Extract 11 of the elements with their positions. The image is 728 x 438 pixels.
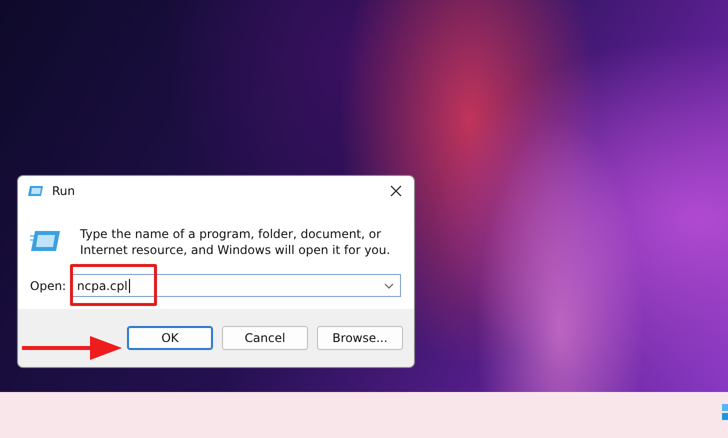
window-title: Run <box>52 184 76 198</box>
open-combo-field[interactable]: ncpa.cpl <box>70 274 401 297</box>
close-icon[interactable] <box>390 185 402 197</box>
dialog-button[interactable]: Browse... <box>317 326 403 350</box>
dialog-button[interactable]: OK <box>127 326 213 350</box>
dropdown-chevron-icon[interactable] <box>384 282 394 288</box>
description-text: Type the name of a program, folder, document, or Internet resource, and Windows will open it for you. <box>80 226 392 258</box>
windows-logo-icon[interactable] <box>722 404 728 420</box>
dialog-button[interactable]: Cancel <box>222 326 308 350</box>
run-app-icon <box>28 185 44 197</box>
run-app-icon <box>30 230 60 252</box>
